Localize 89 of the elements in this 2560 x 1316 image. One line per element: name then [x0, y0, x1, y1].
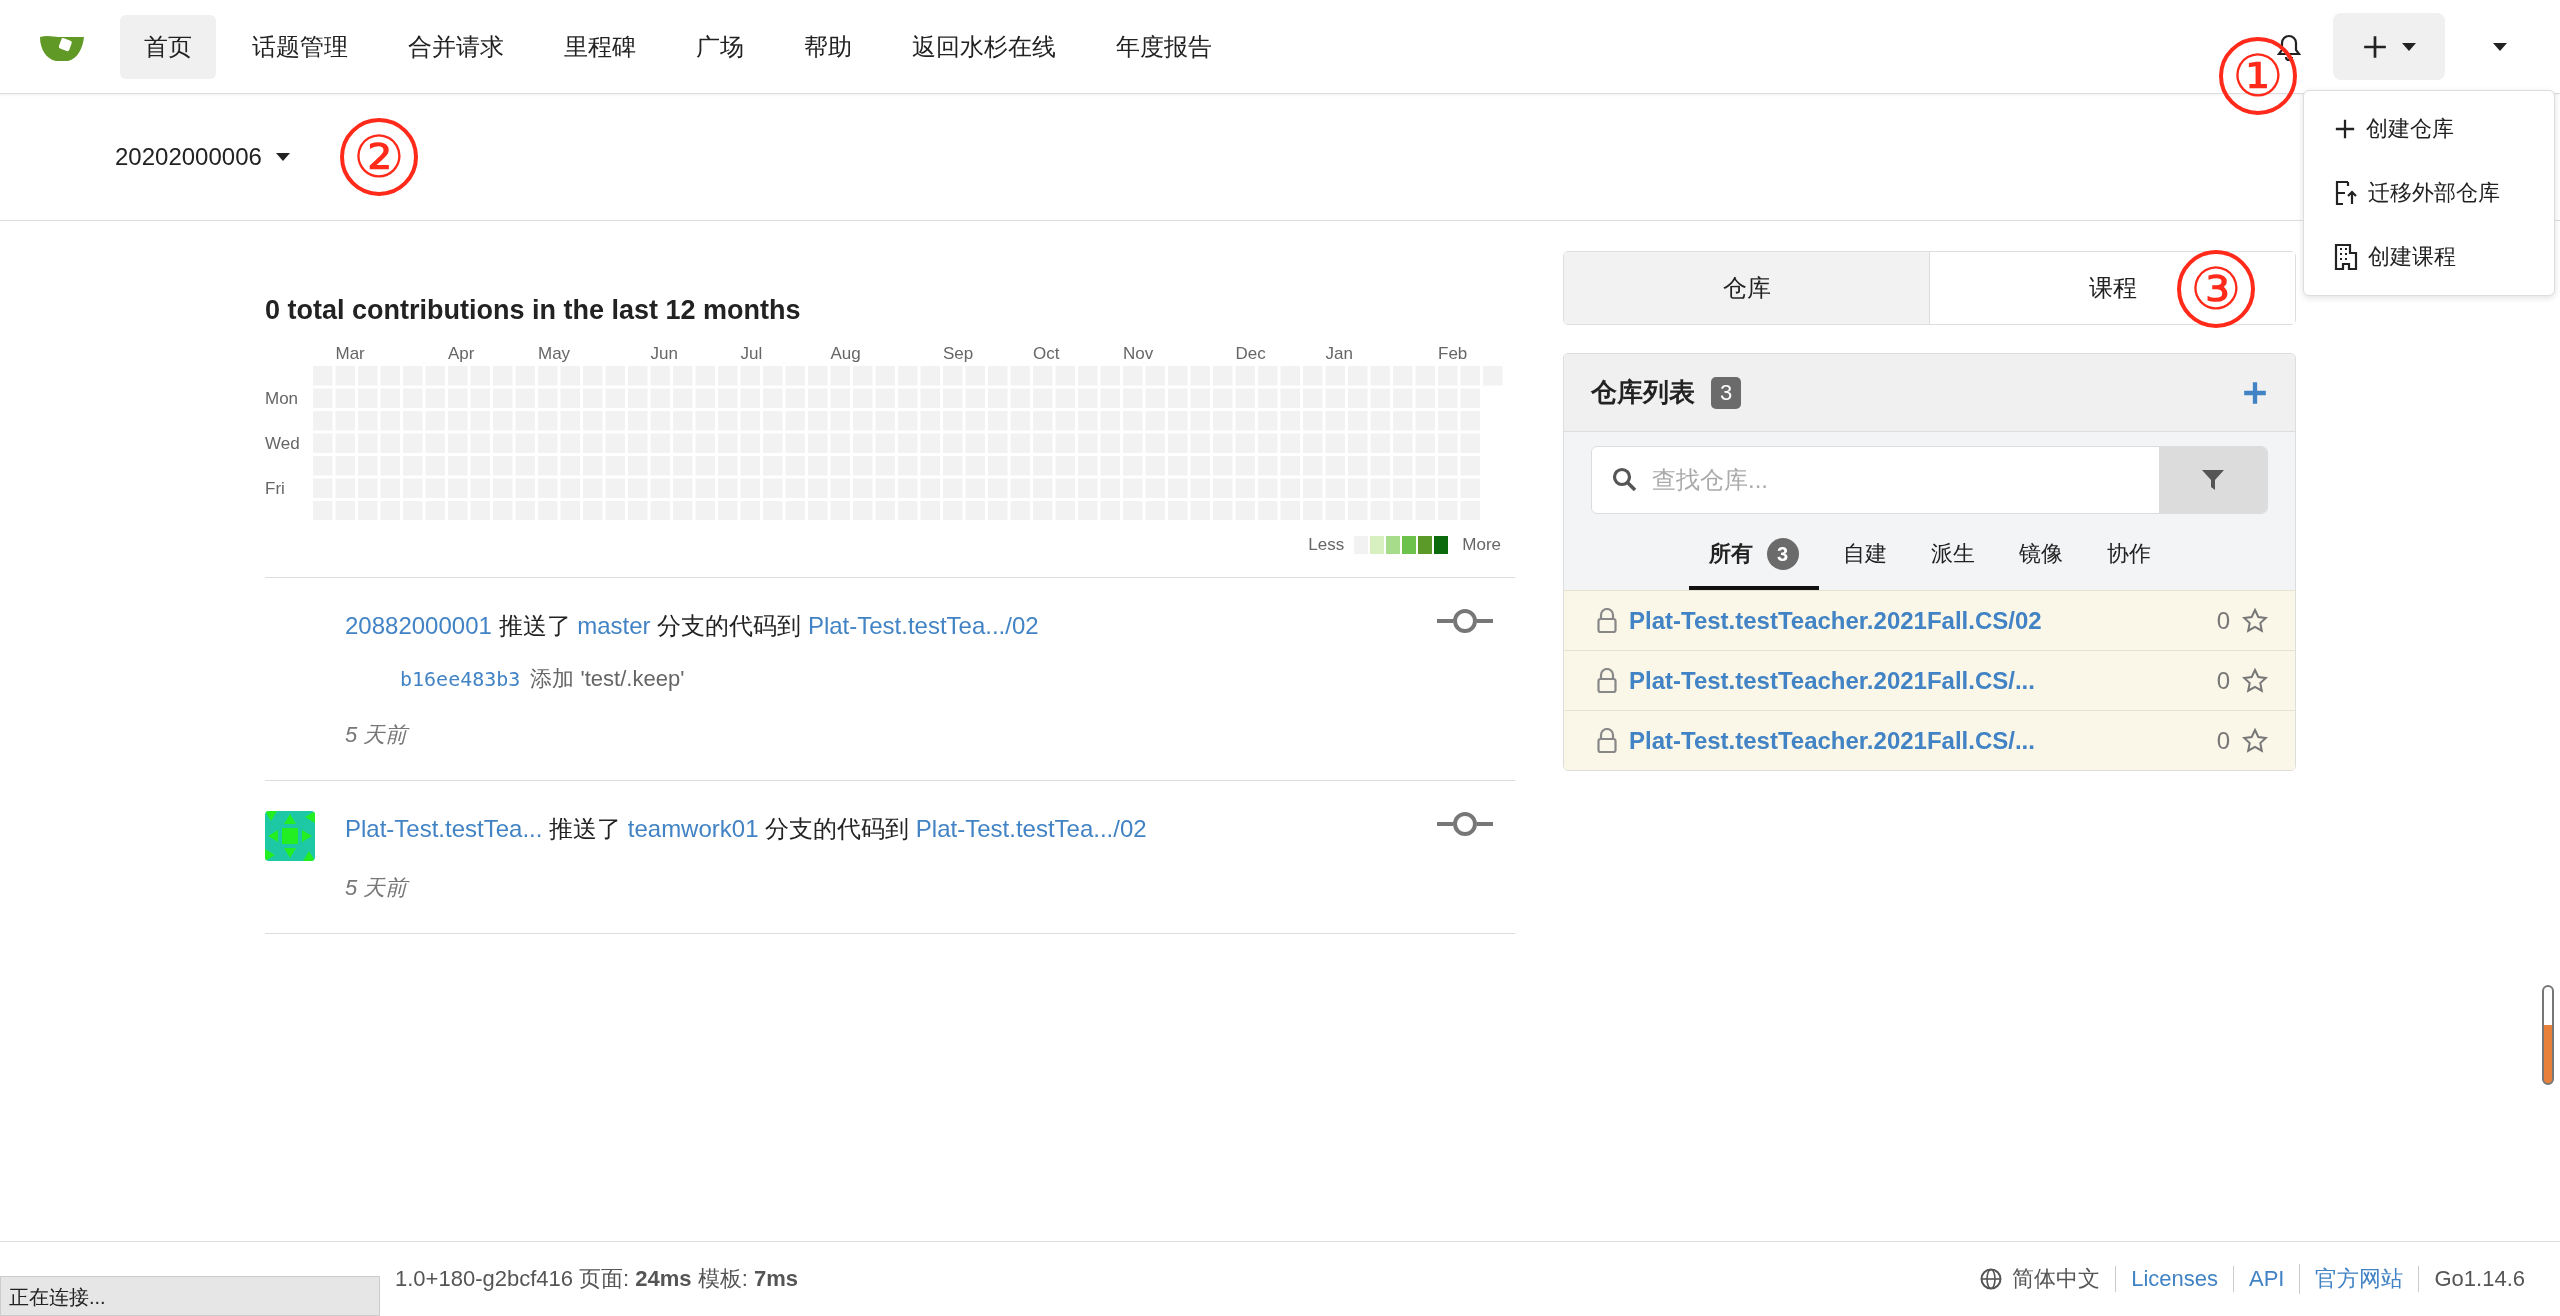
scrollbar-thumb[interactable]: [2542, 985, 2554, 1085]
nav-item[interactable]: 里程碑: [540, 14, 660, 79]
repo-link[interactable]: Plat-Test.testTeacher.2021Fall.CS/...: [1629, 726, 2205, 755]
month-label: Nov: [1123, 344, 1154, 364]
nav-item[interactable]: 首页: [120, 14, 216, 79]
footer-version-text: 1.0+180-g2bcf416 页面: 24ms 模板: 7ms: [395, 1265, 799, 1293]
filter-tab[interactable]: 派生: [1910, 524, 1995, 590]
count-badge: 3: [1766, 538, 1799, 570]
add-button[interactable]: [2242, 379, 2268, 406]
filter-button[interactable]: [2159, 447, 2267, 513]
commit-icon: [1435, 810, 1495, 837]
caret-icon: [275, 153, 290, 161]
commit-icon: [1435, 607, 1495, 634]
count-badge: 3: [1711, 376, 1742, 409]
annotation-number: ②: [340, 118, 418, 196]
month-label: Jun: [650, 344, 678, 364]
month-label: Jul: [740, 344, 763, 364]
commit-message: 添加 'test/.keep': [530, 664, 685, 693]
tab[interactable]: 仓库: [1564, 252, 1930, 324]
user-dropdown[interactable]: 20202000006: [115, 143, 290, 171]
menu-item[interactable]: 迁移外部仓库: [2304, 161, 2554, 225]
repo-link[interactable]: Plat-Test.testTea.../02: [807, 611, 1039, 639]
avatar[interactable]: [265, 810, 315, 861]
month-label: Jan: [1325, 344, 1353, 364]
activity-text: Plat-Test.testTea... 推送了 teamwork01 分支的代码到 Plat-Test.testTea.../02: [345, 813, 1148, 844]
star-icon: [2242, 607, 2268, 634]
search-field[interactable]: 查找仓库...: [1638, 447, 2159, 513]
caret-icon: [2493, 42, 2507, 51]
legend-label: More: [1462, 534, 1501, 555]
star-icon: [2242, 727, 2268, 754]
footer-link[interactable]: 官方网站: [2299, 1264, 2419, 1294]
status-popup: 正在连接...: [0, 1276, 380, 1316]
footer-link[interactable]: API: [2233, 1266, 2300, 1292]
star-icon: [2242, 667, 2268, 694]
weekday-label: Mon: [265, 388, 300, 408]
nav-item[interactable]: 帮助: [780, 14, 876, 79]
nav-item[interactable]: 年度报告: [1092, 14, 1236, 79]
filter-tab[interactable]: 协作: [2086, 524, 2171, 590]
month-label: Mar: [335, 344, 365, 364]
building-icon: [2334, 243, 2358, 271]
plus-icon: [2334, 118, 2356, 140]
nav-item[interactable]: 话题管理: [228, 14, 372, 79]
user-link[interactable]: 20882000001: [345, 611, 492, 639]
menu-item[interactable]: 创建仓库: [2304, 97, 2554, 161]
month-label: Feb: [1438, 344, 1468, 364]
filter-icon: [2201, 468, 2225, 492]
month-label: Apr: [448, 344, 475, 364]
search-bar[interactable]: 查找仓库...: [1591, 446, 2268, 514]
user-link[interactable]: Plat-Test.testTea...: [345, 814, 543, 842]
go-version: Go1.14.6: [2418, 1266, 2540, 1292]
filter-tab[interactable]: 镜像: [1998, 524, 2083, 590]
month-label: Dec: [1235, 344, 1266, 364]
star-count: 0: [2216, 726, 2230, 755]
annotation-number: ①: [2219, 37, 2297, 115]
menu-item[interactable]: 创建课程: [2304, 225, 2554, 289]
month-label: Aug: [830, 344, 861, 364]
month-label: Sep: [943, 344, 974, 364]
filter-tab[interactable]: 自建: [1822, 524, 1907, 590]
heatmap-title: 0 total contributions in the last 12 months: [265, 295, 802, 326]
activity-time: 5 天前: [345, 873, 411, 902]
month-label: May: [538, 344, 571, 364]
create-button[interactable]: [2333, 13, 2445, 80]
search-icon: [1612, 467, 1638, 493]
panel-title: 仓库列表: [1591, 376, 1695, 409]
plus-icon: [2242, 379, 2268, 406]
weekday-label: Wed: [265, 433, 301, 453]
nav-item[interactable]: 合并请求: [384, 14, 528, 79]
repo-link[interactable]: Plat-Test.testTeacher.2021Fall.CS/02: [1629, 606, 2205, 635]
branch-link[interactable]: master: [577, 611, 651, 639]
star-count: 0: [2216, 666, 2230, 695]
language-selector[interactable]: 简体中文: [1980, 1264, 2116, 1294]
plus-icon: [2362, 33, 2388, 60]
activity-text: 20882000001 推送了 master 分支的代码到 Plat-Test.testTea.../02: [345, 610, 1040, 641]
migrate-icon: [2334, 180, 2358, 206]
activity-time: 5 天前: [345, 720, 411, 749]
weekday-label: Fri: [265, 478, 286, 498]
star-count: 0: [2216, 606, 2230, 635]
month-label: Oct: [1033, 344, 1060, 364]
commit-sha-link[interactable]: b16ee483b3: [400, 666, 521, 691]
repo-link[interactable]: Plat-Test.testTeacher.2021Fall.CS/...: [1629, 666, 2205, 695]
footer-link[interactable]: Licenses: [2115, 1266, 2233, 1292]
globe-icon: [1980, 1268, 2003, 1290]
nav-item[interactable]: 广场: [672, 14, 768, 79]
repo-link[interactable]: Plat-Test.testTea.../02: [915, 814, 1147, 842]
nav-item[interactable]: 返回水杉在线: [888, 14, 1080, 79]
branch-link[interactable]: teamwork01: [627, 814, 759, 842]
caret-icon: [2402, 42, 2416, 51]
legend-label: Less: [1308, 534, 1345, 555]
annotation-number: ③: [2177, 250, 2255, 328]
